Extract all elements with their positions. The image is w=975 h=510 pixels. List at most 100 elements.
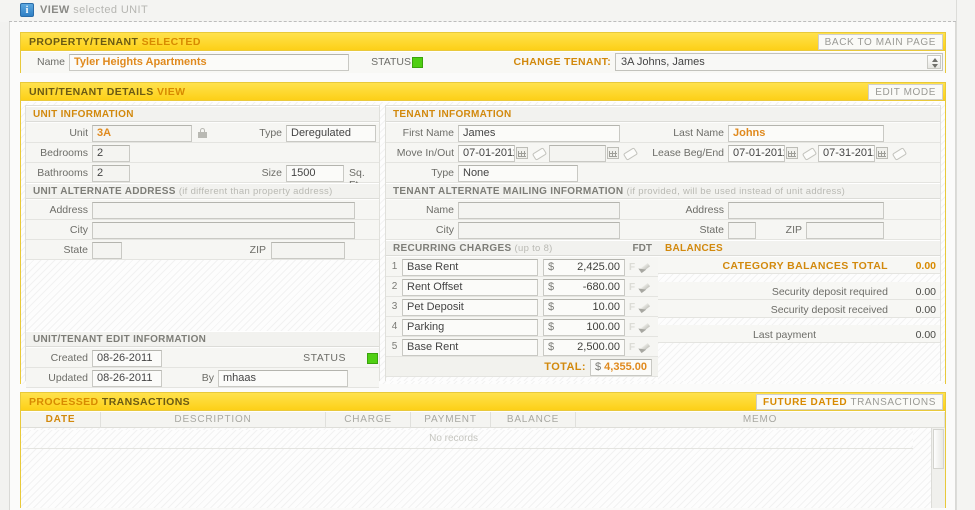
recurring-charge-amount-value: 2,500.00 [577,341,620,353]
recurring-charge-name[interactable]: Base Rent [402,259,538,276]
move-out-field[interactable] [549,145,606,162]
pencil-icon[interactable] [638,340,652,353]
unit-alternate-address-header: UNIT ALTERNATE ADDRESS (if different tha… [26,183,379,199]
first-name-field[interactable]: James [458,125,620,142]
property-name-field[interactable]: Tyler Heights Apartments [69,54,349,71]
category-balances-total-value: 0.00 [915,260,936,272]
chevron-updown-icon[interactable] [927,55,941,69]
recurring-charge-name[interactable]: Pet Deposit [402,299,538,316]
details-panel-title-accent: VIEW [156,86,186,98]
lease-beg-end-label: Lease Beg/End [652,147,724,159]
tenant-alt-city-field[interactable] [458,222,620,239]
property-status-badge [412,57,423,68]
transactions-column-memo[interactable]: MEMO [576,412,945,428]
processed-transactions-title-accent: PROCESSED [29,396,99,408]
charges-total-label: TOTAL: [544,361,586,373]
pencil-icon[interactable] [638,300,652,313]
processed-transactions-header: PROCESSED TRANSACTIONS FUTURE DATED TRAN… [21,393,945,411]
last-payment-value: 0.00 [915,329,936,341]
tenant-alt-name-field[interactable] [458,202,620,219]
balance-row-label: Security deposit required [771,286,888,298]
lease-beg-field[interactable]: 07-01-2011 [728,145,785,162]
unit-alternate-address-note: (if different than property address) [178,186,333,197]
tenant-alt-zip-field[interactable] [806,222,884,239]
recurring-charge-amount[interactable]: $10.00 [543,299,625,316]
currency-symbol: $ [548,261,555,273]
back-to-main-page-button[interactable]: BACK TO MAIN PAGE [817,34,943,50]
transactions-scrollbar-thumb[interactable] [933,429,944,469]
bathrooms-label: Bathrooms [37,167,88,179]
transactions-column-balance[interactable]: BALANCE [491,412,576,428]
recurring-charge-amount[interactable]: $2,425.00 [543,259,625,276]
pencil-icon[interactable] [638,320,652,333]
unit-alt-zip-field[interactable] [271,242,345,259]
size-field[interactable]: 1500 [286,165,344,182]
calendar-icon[interactable] [607,147,619,159]
calendar-icon[interactable] [876,147,888,159]
tenant-information-title: TENANT INFORMATION [393,109,512,120]
unit-alt-address-field[interactable] [92,202,355,219]
tenant-alt-state-field[interactable] [728,222,756,239]
charges-filler [386,377,658,381]
charges-total-value: 4,355.00 [604,361,647,373]
tenant-type-field[interactable]: None [458,165,578,182]
category-balances-total-label: CATEGORY BALANCES TOTAL [722,260,888,272]
eraser-icon[interactable] [532,147,545,159]
last-name-field[interactable]: Johns [728,125,884,142]
property-row: Name Tyler Heights Apartments STATUS CHA… [21,52,945,73]
bedrooms-field[interactable]: 2 [92,145,130,162]
recurring-charge-amount[interactable]: $100.00 [543,319,625,336]
unit-alt-state-field[interactable] [92,242,122,259]
pencil-icon[interactable] [638,280,652,293]
pencil-icon[interactable] [638,260,652,273]
change-tenant-select[interactable]: 3A Johns, James [615,53,943,71]
lease-end-field[interactable]: 07-31-2012 [818,145,875,162]
recurring-charge-amount[interactable]: $2,500.00 [543,339,625,356]
balance-row-value: 0.00 [915,286,936,298]
recurring-charge-index: 1 [391,261,398,272]
right-column: TENANT INFORMATION First Name James Last… [385,105,941,381]
tenant-alt-address-field[interactable] [728,202,884,219]
transactions-column-date[interactable]: DATE [21,412,101,428]
eraser-icon[interactable] [802,147,815,159]
transactions-empty-text: No records [429,433,478,444]
recurring-charge-amount-value: 100.00 [586,321,620,333]
tenant-alt-name-label: Name [425,204,454,216]
recurring-charge-name[interactable]: Rent Offset [402,279,538,296]
transactions-scrollbar[interactable] [931,428,945,508]
calendar-icon[interactable] [786,147,798,159]
currency-symbol: $ [548,321,555,333]
change-tenant-select-value: 3A Johns, James [621,56,705,68]
balances-title: BALANCES [665,243,723,254]
transactions-column-charge[interactable]: CHARGE [326,412,411,428]
bathrooms-field[interactable]: 2 [92,165,130,182]
unit-tenant-details-panel: UNIT/TENANT DETAILS VIEW EDIT MODE UNIT … [20,82,946,388]
unit-alt-city-field[interactable] [92,222,355,239]
recurring-charge-index: 3 [391,301,398,312]
recurring-charge-amount[interactable]: $ -680.00 [543,279,625,296]
right-gutter [956,0,975,510]
move-in-field[interactable]: 07-01-2011 [458,145,515,162]
size-label: Size [261,167,282,179]
unit-type-field[interactable]: Deregulated [286,125,376,142]
top-bar-divider [9,0,956,22]
calendar-icon[interactable] [516,147,528,159]
change-tenant-label: CHANGE TENANT: [513,56,611,68]
transactions-column-headers: DATE DESCRIPTION CHARGE PAYMENT BALANCE MEMO [21,412,945,428]
transactions-column-payment[interactable]: PAYMENT [411,412,491,428]
recurring-charge-index: 5 [391,341,398,352]
left-column-filler [26,260,379,331]
property-panel-title: PROPERTY/TENANT SELECTED [29,36,201,48]
unit-field[interactable]: 3A [92,125,192,142]
recurring-charge-name[interactable]: Parking [402,319,538,336]
recurring-charge-name[interactable]: Base Rent [402,339,538,356]
edit-mode-button[interactable]: EDIT MODE [868,84,943,100]
balance-row-label: Security deposit received [770,304,888,316]
eraser-icon[interactable] [623,147,636,159]
eraser-icon[interactable] [892,147,905,159]
future-dated-transactions-button[interactable]: FUTURE DATED TRANSACTIONS [756,394,943,410]
transactions-column-description[interactable]: DESCRIPTION [101,412,326,428]
future-dated-transactions-accent: FUTURE DATED [763,397,848,408]
property-panel-title-bold: PROPERTY/TENANT [29,36,139,48]
tenant-alt-state-label: State [699,224,724,236]
